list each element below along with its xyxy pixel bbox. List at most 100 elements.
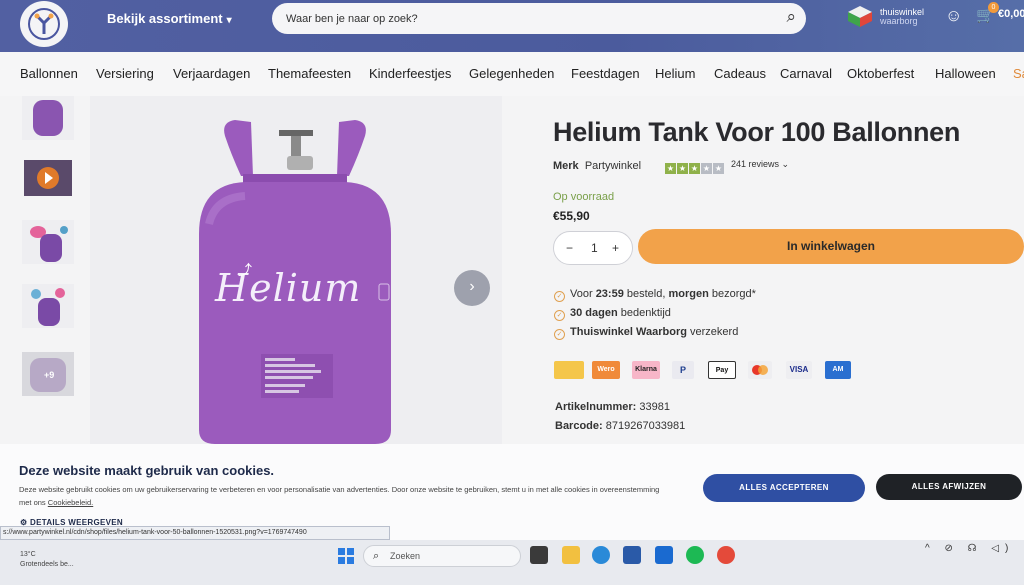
payment-amex-icon: AM (825, 361, 851, 379)
check-circle-icon: ✓ (554, 291, 565, 302)
nav-item-feestdagen[interactable]: Feestdagen (571, 66, 640, 81)
qty-minus-button[interactable]: − (566, 241, 573, 255)
windows-start-icon[interactable] (338, 548, 354, 564)
star-icon: ★ (665, 163, 676, 174)
thuiswinkel-waarborg-logo[interactable] (846, 4, 874, 28)
chevron-down-icon: ▾ (226, 15, 232, 26)
nav-item-cadeaus[interactable]: Cadeaus (714, 66, 766, 81)
payment-klarna-icon: Klarna (632, 361, 660, 379)
weather-desc: Grotendeels be... (20, 561, 74, 568)
add-to-cart-button[interactable]: In winkelwagen (638, 229, 1024, 264)
status-url: s://www.partywinkel.nl/cdn/shop/files/he… (0, 526, 390, 540)
payment-bancontact-icon (554, 361, 584, 379)
task-view-icon[interactable] (530, 546, 548, 564)
search-input[interactable] (286, 10, 766, 28)
reject-all-button[interactable]: ALLES AFWIJZEN (876, 474, 1022, 500)
tank-brand-text: Helium (215, 266, 362, 310)
assortment-label: Bekijk assortiment (107, 11, 223, 26)
nav-item-themafeesten[interactable]: Themafeesten (268, 66, 351, 81)
nav-item-sale[interactable]: Sa (1013, 66, 1024, 81)
file-explorer-icon[interactable] (562, 546, 580, 564)
site-logo[interactable] (20, 1, 68, 47)
mastercard-circles (752, 365, 768, 375)
star-icon: ★ (713, 163, 724, 174)
thumbnail-3[interactable] (22, 220, 74, 264)
system-tray-icons[interactable]: ^ ⊘ ☊ ◁) (925, 543, 1014, 554)
nav-item-verjaardagen[interactable]: Verjaardagen (173, 66, 250, 81)
taskbar-search-label: Zoeken (390, 551, 421, 561)
weather-temp: 13°C (20, 551, 36, 558)
payment-visa-icon: VISA (786, 361, 812, 379)
search-bar: ⌕ (272, 3, 806, 34)
site-header: Bekijk assortiment▾ ⌕ thuiswinkelwaarbor… (0, 0, 1024, 52)
usp-bold: morgen (668, 288, 709, 300)
outlook-icon[interactable] (655, 546, 673, 564)
product-price: €55,90 (553, 209, 590, 223)
thumbnail-4[interactable] (22, 284, 74, 328)
chrome-icon[interactable] (717, 546, 735, 564)
next-image-button[interactable]: › (454, 270, 490, 306)
spotify-icon[interactable] (686, 546, 704, 564)
edge-icon[interactable] (592, 546, 610, 564)
qty-value[interactable]: 1 (591, 241, 598, 255)
thumbnail-1[interactable] (22, 96, 74, 140)
cart-button[interactable]: 🛒 0 €0,00 (976, 2, 1024, 24)
usp-text: bezorgd* (708, 288, 756, 300)
thumbnail-video[interactable] (22, 156, 74, 200)
cart-amount: €0,00 (998, 8, 1024, 20)
sku-line: Artikelnummer: 33981 (555, 401, 670, 413)
screen: Bekijk assortiment▾ ⌕ thuiswinkelwaarbor… (0, 0, 1024, 585)
weather-widget[interactable]: 13°C Grotendeels be... (20, 550, 74, 570)
payment-ideal-wero-icon: Wero (592, 361, 620, 379)
usp-bold: Thuiswinkel Waarborg (570, 326, 687, 338)
nav-item-helium[interactable]: Helium (655, 66, 695, 81)
chevron-down-icon: ⌄ (781, 159, 790, 169)
reviews-count: 241 reviews (731, 159, 780, 169)
taskbar-search[interactable]: ⌕ Zoeken (363, 545, 521, 567)
check-circle-icon: ✓ (554, 310, 565, 321)
usp-guarantee: ✓ Thuiswinkel Waarborg verzekerd (554, 326, 738, 340)
star-icon: ★ (701, 163, 712, 174)
nav-item-kinderfeestjes[interactable]: Kinderfeestjes (369, 66, 451, 81)
star-icon: ★ (689, 163, 700, 174)
store-icon[interactable] (623, 546, 641, 564)
user-account-icon[interactable]: ☺ (945, 6, 962, 26)
usp-bold: 23:59 (595, 288, 624, 300)
sku-label: Artikelnummer: (555, 401, 637, 413)
search-icon: ⌕ (373, 550, 380, 562)
reviews-link[interactable]: 241 reviews ⌄ (731, 159, 789, 170)
category-nav: Ballonnen Versiering Verjaardagen Themaf… (0, 52, 1024, 96)
usp-text: besteld, (623, 288, 669, 300)
stock-status: Op voorraad (553, 191, 615, 203)
nav-item-gelegenheden[interactable]: Gelegenheden (469, 66, 554, 81)
check-circle-icon: ✓ (554, 329, 565, 340)
usp-bold: 30 dagen (570, 307, 618, 319)
mouse-cursor-icon: ⤴ (238, 262, 252, 278)
payment-paypal-icon: P (672, 361, 694, 379)
star-icon: ★ (677, 163, 688, 174)
nav-item-carnaval[interactable]: Carnaval (780, 66, 832, 81)
brand-line: Merk Partywinkel (553, 160, 641, 172)
brand-value[interactable]: Partywinkel (585, 160, 641, 172)
qty-plus-button[interactable]: + (612, 241, 619, 255)
nav-item-halloween[interactable]: Halloween (935, 66, 996, 81)
sku-value: 33981 (639, 401, 670, 413)
usp-return: ✓ 30 dagen bedenktijd (554, 307, 671, 321)
nav-item-versiering[interactable]: Versiering (96, 66, 154, 81)
nav-item-oktoberfest[interactable]: Oktoberfest (847, 66, 914, 81)
cookie-body: Deze website gebruikt cookies om uw gebr… (19, 485, 660, 507)
trust-line2: waarborg (880, 16, 918, 26)
barcode-value: 8719267033981 (605, 420, 686, 432)
payment-applepay-icon: Pay (708, 361, 736, 379)
more-images-label: +9 (44, 370, 55, 380)
brand-label: Merk (553, 160, 579, 172)
nav-item-ballonnen[interactable]: Ballonnen (20, 66, 78, 81)
thuiswinkel-waarborg-text: thuiswinkel waarborg (880, 8, 924, 26)
accept-all-button[interactable]: ALLES ACCEPTEREN (703, 474, 865, 502)
cookie-policy-link[interactable]: Cookiebeleid. (48, 498, 93, 507)
search-icon[interactable]: ⌕ (786, 7, 796, 27)
payment-mastercard-icon (748, 361, 772, 379)
rating-stars[interactable]: ★ ★ ★ ★ ★ (665, 158, 725, 176)
assortment-menu[interactable]: Bekijk assortiment ▾ (107, 11, 232, 26)
barcode-line: Barcode: 8719267033981 (555, 420, 685, 432)
